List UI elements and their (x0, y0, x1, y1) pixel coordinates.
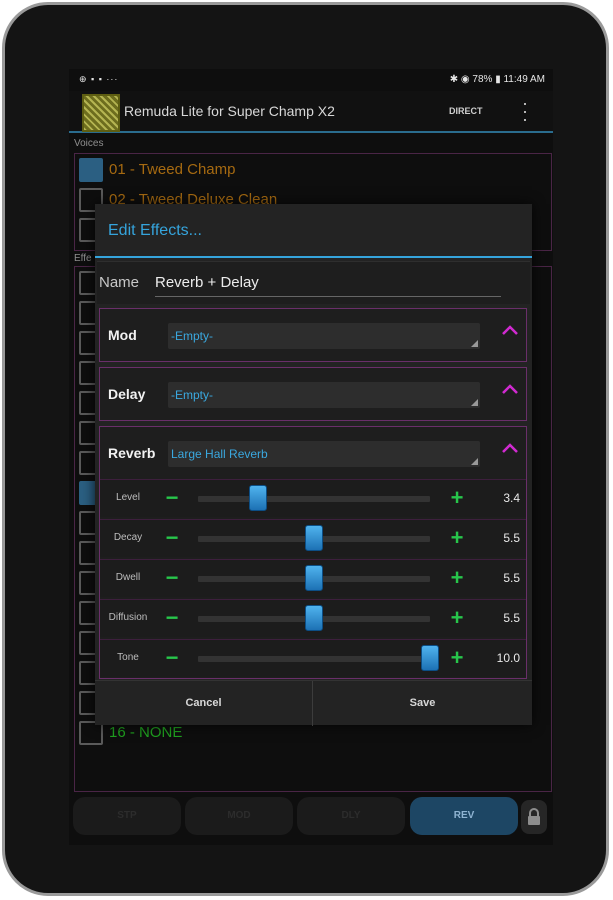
minus-icon[interactable]: − (162, 527, 182, 549)
effects-section-label: Effe (74, 253, 92, 264)
reverb-section: Reverb Large Hall Reverb Level − + 3.4 D… (99, 426, 527, 679)
dropdown-corner-icon (471, 458, 478, 465)
delay-section: Delay -Empty- (99, 367, 527, 421)
minus-icon[interactable]: − (162, 567, 182, 589)
param-label: Decay (113, 532, 143, 543)
chevron-up-icon[interactable] (498, 382, 522, 406)
reverb-select[interactable]: Large Hall Reverb (168, 441, 480, 467)
chevron-up-icon[interactable] (498, 323, 522, 347)
param-value: 10.0 (496, 651, 520, 665)
delay-select[interactable]: -Empty- (168, 382, 480, 408)
mod-select[interactable]: -Empty- (168, 323, 480, 349)
voices-section-label: Voices (74, 138, 104, 149)
app-title: Remuda Lite for Super Champ X2 (124, 103, 335, 119)
effect-buttons-bar: STP MOD DLY REV (69, 797, 553, 837)
voice-item[interactable]: 01 - Tweed Champ (79, 156, 519, 184)
dialog-header: Edit Effects... (95, 204, 532, 258)
mod-button[interactable]: MOD (185, 797, 293, 835)
status-icons-left: ⊕ ▪ ▪ ··· (79, 74, 119, 84)
direct-button[interactable]: DIRECT (449, 106, 483, 116)
dialog-footer: Cancel Save (95, 680, 532, 726)
param-label: Level (116, 492, 140, 503)
slider-thumb[interactable] (421, 645, 439, 671)
param-label: Diffusion (108, 612, 148, 623)
slider-track[interactable] (198, 496, 430, 502)
dropdown-corner-icon (471, 340, 478, 347)
app-logo-icon (82, 94, 120, 132)
rev-button[interactable]: REV (410, 797, 518, 835)
mod-section: Mod -Empty- (99, 308, 527, 362)
plus-icon[interactable]: + (447, 487, 467, 509)
stp-button[interactable]: STP (73, 797, 181, 835)
cancel-button[interactable]: Cancel (95, 681, 312, 726)
plus-icon[interactable]: + (447, 607, 467, 629)
more-vert-icon[interactable]: · · · (519, 94, 531, 128)
dly-button[interactable]: DLY (297, 797, 405, 835)
lock-icon[interactable] (521, 800, 547, 834)
mod-label: Mod (108, 327, 137, 343)
mod-select-value: -Empty- (171, 329, 213, 343)
param-row-diffusion: Diffusion − + 5.5 (100, 599, 526, 637)
edit-effects-dialog: Edit Effects... Name Reverb + Delay Mod … (95, 204, 532, 726)
voice-label: 01 - Tweed Champ (109, 161, 236, 178)
app-bar: Remuda Lite for Super Champ X2 DIRECT · ·… (69, 91, 553, 133)
param-value: 5.5 (503, 611, 520, 625)
minus-icon[interactable]: − (162, 607, 182, 629)
plus-icon[interactable]: + (447, 567, 467, 589)
param-row-decay: Decay − + 5.5 (100, 519, 526, 557)
plus-icon[interactable]: + (447, 527, 467, 549)
slider-thumb[interactable] (305, 565, 323, 591)
param-value: 5.5 (503, 531, 520, 545)
name-label: Name (99, 274, 140, 291)
save-button[interactable]: Save (313, 681, 532, 726)
param-row-tone: Tone − + 10.0 (100, 639, 526, 677)
dialog-title: Edit Effects... (108, 222, 202, 239)
slider-thumb[interactable] (305, 525, 323, 551)
param-value: 5.5 (503, 571, 520, 585)
effect-label: 16 - NONE (109, 724, 183, 741)
param-value: 3.4 (503, 491, 520, 505)
voice-checkbox[interactable] (79, 158, 103, 182)
status-icons-right: ✱ ◉ 78% ▮ 11:49 AM (449, 74, 545, 85)
name-row: Name Reverb + Delay (97, 261, 530, 304)
minus-icon[interactable]: − (162, 487, 182, 509)
param-label: Tone (117, 652, 139, 663)
name-field[interactable]: Reverb + Delay (155, 270, 501, 297)
tablet-frame: ⊕ ▪ ▪ ··· ✱ ◉ 78% ▮ 11:49 AM Remuda Lite… (2, 2, 609, 896)
slider-track[interactable] (198, 656, 430, 662)
slider-thumb[interactable] (305, 605, 323, 631)
dropdown-corner-icon (471, 399, 478, 406)
reverb-select-value: Large Hall Reverb (171, 447, 268, 461)
chevron-up-icon[interactable] (498, 441, 522, 465)
param-row-dwell: Dwell − + 5.5 (100, 559, 526, 597)
status-bar: ⊕ ▪ ▪ ··· ✱ ◉ 78% ▮ 11:49 AM (69, 69, 553, 91)
slider-thumb[interactable] (249, 485, 268, 511)
delay-label: Delay (108, 386, 146, 402)
reverb-label: Reverb (108, 445, 156, 461)
param-row-level: Level − + 3.4 (100, 479, 526, 517)
delay-select-value: -Empty- (171, 388, 213, 402)
param-label: Dwell (115, 572, 141, 583)
plus-icon[interactable]: + (447, 647, 467, 669)
minus-icon[interactable]: − (162, 647, 182, 669)
